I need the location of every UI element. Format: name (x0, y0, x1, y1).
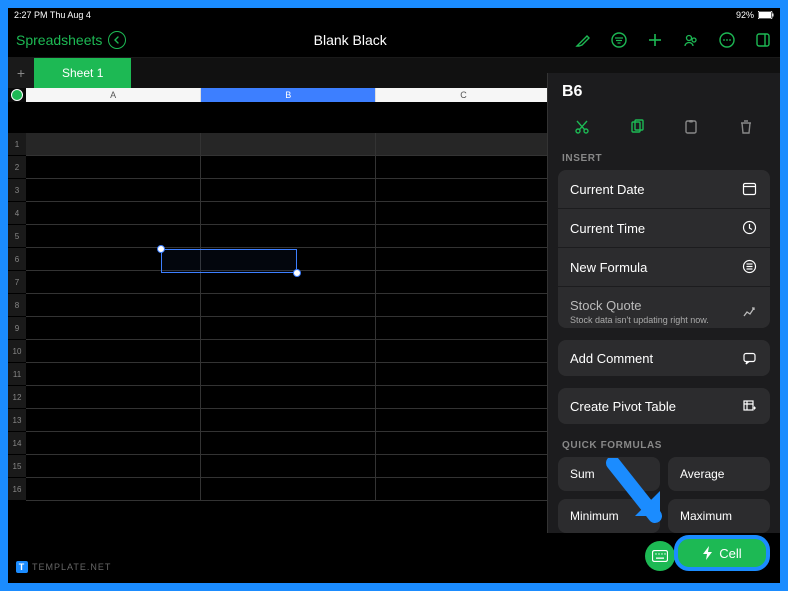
battery-icon (758, 11, 774, 19)
top-nav: Spreadsheets Blank Black (8, 22, 780, 58)
battery-percent: 92% (736, 10, 754, 20)
paste-icon[interactable] (681, 117, 701, 137)
back-label: Spreadsheets (16, 32, 102, 48)
sheet-tab[interactable]: Sheet 1 (34, 58, 131, 88)
qf-max[interactable]: Maximum (668, 499, 770, 533)
watermark: T TEMPLATE.NET (16, 561, 111, 573)
delete-icon[interactable] (736, 117, 756, 137)
document-title: Blank Black (126, 32, 574, 48)
cell-reference: B6 (562, 83, 766, 101)
clock-icon (742, 220, 758, 236)
col-b[interactable]: B (201, 88, 376, 102)
qf-min[interactable]: Minimum (558, 499, 660, 533)
add-comment-button[interactable]: Add Comment (558, 340, 770, 376)
table-handle[interactable] (8, 88, 26, 102)
chart-icon (742, 304, 758, 320)
formula-icon (742, 259, 758, 275)
watermark-logo: T (16, 561, 28, 573)
selected-cell[interactable] (161, 249, 297, 273)
calendar-icon (742, 181, 758, 197)
create-pivot-button[interactable]: Create Pivot Table (558, 388, 770, 424)
insert-date-button[interactable]: Current Date (558, 170, 770, 209)
collaborate-icon[interactable] (682, 31, 700, 49)
copy-icon[interactable] (627, 117, 647, 137)
selection-handle-br[interactable] (293, 269, 301, 277)
more-icon[interactable] (718, 31, 736, 49)
selection-handle-tl[interactable] (157, 245, 165, 253)
cell-panel: B6 INSERT Current Date Current Time New … (547, 73, 780, 533)
pivot-icon (742, 399, 758, 415)
qf-average[interactable]: Average (668, 457, 770, 491)
stock-quote-button[interactable]: Stock Quote Stock data isn't updating ri… (558, 287, 770, 328)
sidebar-toggle-icon[interactable] (754, 31, 772, 49)
col-a[interactable]: A (26, 88, 201, 102)
plus-icon[interactable] (646, 31, 664, 49)
status-time: 2:27 PM Thu Aug 4 (14, 10, 91, 20)
cell-mode-fab[interactable]: Cell (674, 535, 770, 571)
qf-section-label: QUICK FORMULAS (548, 436, 780, 457)
insert-section-label: INSERT (548, 149, 780, 170)
undo-icon[interactable] (108, 31, 126, 49)
comment-icon (742, 351, 758, 367)
keyboard-fab[interactable] (645, 541, 675, 571)
col-c[interactable]: C (376, 88, 551, 102)
filter-icon[interactable] (610, 31, 628, 49)
new-formula-button[interactable]: New Formula (558, 248, 770, 287)
cut-icon[interactable] (572, 117, 592, 137)
qf-sum[interactable]: Sum (558, 457, 660, 491)
insert-time-button[interactable]: Current Time (558, 209, 770, 248)
row-headers[interactable]: 1 2 3 4 5 6 7 8 9 10 11 12 13 14 15 16 (8, 133, 26, 583)
brush-icon[interactable] (574, 31, 592, 49)
add-sheet-button[interactable]: + (8, 58, 34, 88)
back-button[interactable]: Spreadsheets (16, 31, 126, 49)
status-bar: 2:27 PM Thu Aug 4 92% (8, 8, 780, 22)
bolt-icon (702, 546, 714, 560)
